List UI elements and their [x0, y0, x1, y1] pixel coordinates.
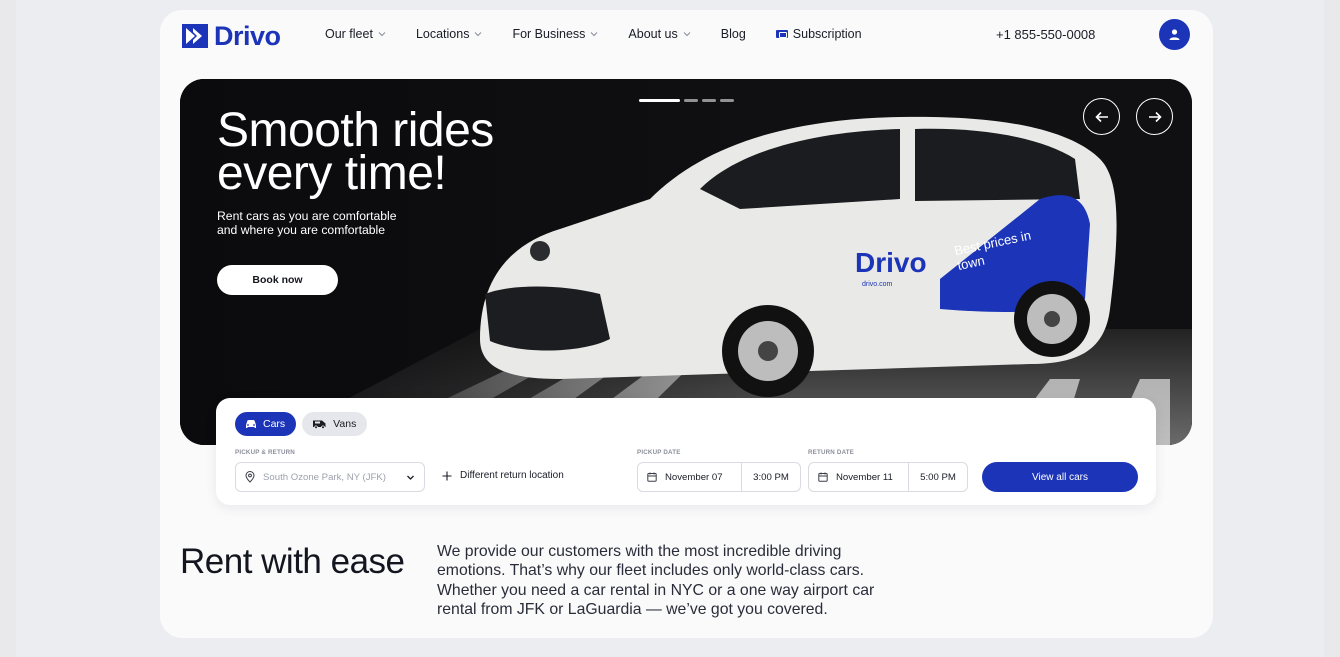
car-decal-brand: Drivo	[855, 247, 927, 278]
hero-subtitle: Rent cars as you are comfortable and whe…	[217, 209, 397, 237]
return-date-field[interactable]: November 11 5:00 PM	[808, 462, 968, 492]
nav-blog[interactable]: Blog	[721, 27, 746, 41]
nav-our-fleet[interactable]: Our fleet	[325, 27, 386, 41]
carousel-dot[interactable]	[639, 99, 680, 102]
pickup-date-picker[interactable]: November 07	[638, 463, 742, 491]
location-pin-icon	[245, 471, 255, 483]
different-return-location-button[interactable]: Different return location	[442, 470, 564, 481]
tab-label: Cars	[263, 418, 286, 430]
arrow-right-icon	[1148, 111, 1162, 122]
nav-locations[interactable]: Locations	[416, 27, 483, 41]
user-account-button[interactable]	[1159, 19, 1190, 50]
different-return-label: Different return location	[460, 470, 564, 481]
window-background: Drivo Our fleet Locations For Business A…	[16, 0, 1324, 657]
nav-label: Our fleet	[325, 27, 373, 41]
book-now-button[interactable]: Book now	[217, 265, 338, 295]
brand-name: Drivo	[214, 20, 281, 51]
chevron-down-icon	[407, 475, 414, 480]
page-card: Drivo Our fleet Locations For Business A…	[160, 10, 1213, 638]
carousel-dot[interactable]	[720, 99, 734, 102]
nav-label: Subscription	[792, 27, 862, 41]
section-description: We provide our customers with the most i…	[437, 543, 875, 618]
return-date-picker[interactable]: November 11	[809, 463, 909, 491]
subscription-icon	[775, 30, 788, 38]
pickup-date-field[interactable]: November 07 3:00 PM	[637, 462, 801, 492]
carousel-next-button[interactable]	[1136, 98, 1173, 135]
logo-mark-icon	[182, 24, 208, 48]
phone-number[interactable]: +1 855-550-0008	[996, 27, 1095, 42]
carousel-prev-button[interactable]	[1083, 98, 1120, 135]
pickup-date-label: PICKUP DATE	[637, 449, 681, 456]
car-icon	[246, 420, 256, 428]
user-icon	[1169, 29, 1180, 40]
brand-logo[interactable]: Drivo	[182, 20, 281, 51]
hero-banner: Drivo drivo.com Best prices in town Smoo…	[180, 79, 1192, 445]
car-decal-url: drivo.com	[862, 281, 893, 288]
nav-label: About us	[628, 27, 678, 41]
pickup-location-select[interactable]: South Ozone Park, NY (JFK)	[235, 462, 425, 492]
main-nav: Our fleet Locations For Business About u…	[325, 27, 892, 41]
booking-widget: Cars Vans PICKUP & RETURN South Ozone Pa…	[216, 398, 1156, 505]
nav-label: Blog	[720, 27, 746, 41]
hero-title: Smooth rides every time!	[217, 104, 494, 200]
carousel-indicator	[639, 99, 734, 102]
chevron-down-icon	[475, 32, 482, 37]
pickup-date-value: November 07	[665, 471, 723, 483]
section-title: Rent with ease	[180, 542, 405, 581]
tab-label: Vans	[333, 418, 357, 430]
tab-cars[interactable]: Cars	[235, 412, 297, 436]
return-time-value[interactable]: 5:00 PM	[909, 472, 967, 483]
pickup-location-value: South Ozone Park, NY (JFK)	[263, 471, 386, 483]
vehicle-type-tabs: Cars Vans	[235, 412, 368, 436]
chevron-down-icon	[378, 32, 386, 37]
carousel-dot[interactable]	[702, 99, 716, 102]
view-all-cars-button[interactable]: View all cars	[982, 462, 1138, 492]
van-icon	[313, 420, 326, 429]
nav-subscription[interactable]: Subscription	[775, 27, 862, 41]
calendar-icon	[818, 472, 828, 482]
nav-about-us[interactable]: About us	[628, 27, 691, 41]
arrow-left-icon	[1094, 111, 1108, 122]
pickup-time-value[interactable]: 3:00 PM	[742, 472, 800, 483]
return-date-label: RETURN DATE	[808, 449, 855, 456]
return-date-value: November 11	[836, 471, 893, 483]
nav-label: Locations	[415, 27, 470, 41]
carousel-dot[interactable]	[684, 99, 698, 102]
chevron-down-icon	[591, 32, 598, 37]
nav-for-business[interactable]: For Business	[512, 27, 598, 41]
tab-vans[interactable]: Vans	[302, 412, 368, 436]
pickup-return-label: PICKUP & RETURN	[235, 449, 295, 456]
chevron-down-icon	[683, 32, 691, 37]
calendar-icon	[647, 472, 657, 482]
nav-label: For Business	[512, 27, 586, 41]
plus-icon	[442, 471, 452, 480]
